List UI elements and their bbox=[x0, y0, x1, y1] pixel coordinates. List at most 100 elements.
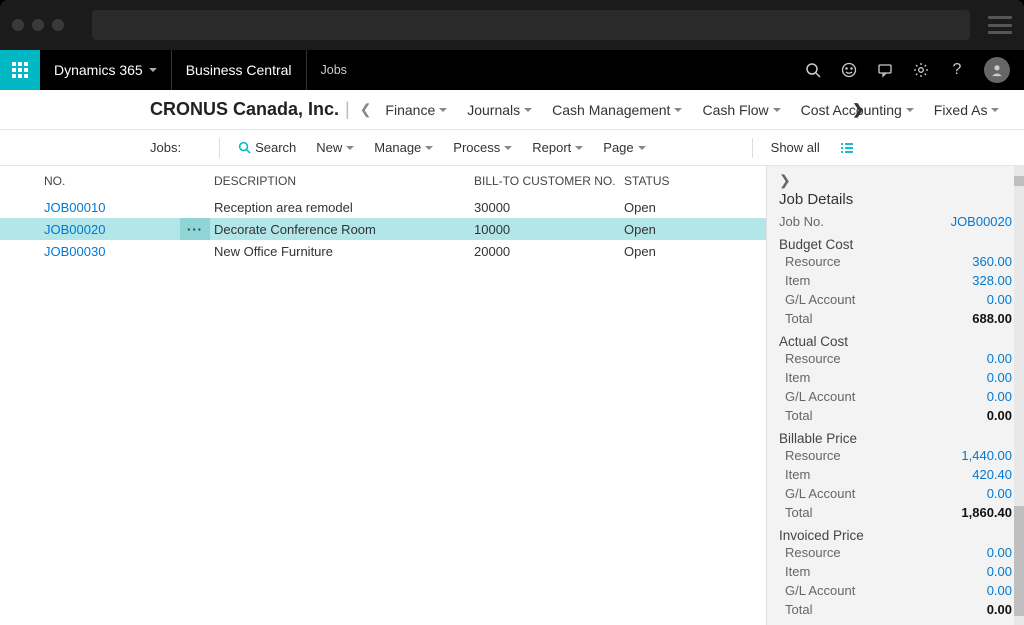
col-status[interactable]: STATUS bbox=[624, 174, 744, 188]
table-row[interactable]: JOB00010Reception area remodel30000Open bbox=[0, 196, 766, 218]
show-all-button[interactable]: Show all bbox=[761, 140, 830, 155]
cell-desc: Reception area remodel bbox=[214, 200, 474, 215]
col-description[interactable]: DESCRIPTION bbox=[214, 174, 474, 188]
breadcrumb: Jobs bbox=[307, 50, 361, 90]
cell-status: Open bbox=[624, 244, 744, 259]
cell-desc: New Office Furniture bbox=[214, 244, 474, 259]
detail-value[interactable]: 0.00 bbox=[987, 389, 1012, 404]
company-name: CRONUS Canada, Inc. bbox=[150, 99, 339, 120]
detail-value[interactable]: 0.00 bbox=[987, 583, 1012, 598]
magnifier-icon bbox=[238, 141, 251, 154]
min-dot[interactable] bbox=[32, 19, 44, 31]
manage-button[interactable]: Manage bbox=[364, 140, 443, 155]
new-button[interactable]: New bbox=[306, 140, 364, 155]
search-icon[interactable] bbox=[804, 61, 822, 79]
detail-section-header: Actual Cost bbox=[779, 334, 1012, 349]
menu-icon[interactable] bbox=[988, 16, 1012, 34]
cell-bill: 20000 bbox=[474, 244, 624, 259]
smile-icon[interactable] bbox=[840, 61, 858, 79]
job-no-label: Job No. bbox=[779, 214, 824, 229]
nav-forward-icon[interactable]: ❯ bbox=[852, 101, 864, 118]
nav-back-icon[interactable]: ❮ bbox=[360, 101, 372, 118]
list-view-icon[interactable] bbox=[840, 141, 854, 155]
detail-label: Resource bbox=[779, 254, 841, 269]
detail-label: G/L Account bbox=[779, 389, 855, 404]
collapse-icon[interactable]: ❯ bbox=[779, 172, 1012, 189]
detail-label-total: Total bbox=[779, 311, 812, 326]
cell-status: Open bbox=[624, 200, 744, 215]
jobs-table: NO. DESCRIPTION BILL-TO CUSTOMER NO. STA… bbox=[0, 166, 766, 625]
detail-value[interactable]: 420.40 bbox=[972, 467, 1012, 482]
detail-value[interactable]: 0.00 bbox=[987, 545, 1012, 560]
detail-label: G/L Account bbox=[779, 292, 855, 307]
app-header: Dynamics 365 Business Central Jobs ? bbox=[0, 50, 1024, 90]
scrollbar-thumb[interactable] bbox=[1014, 506, 1024, 616]
cell-no[interactable]: JOB00030 bbox=[44, 244, 214, 259]
table-row[interactable]: JOB00030New Office Furniture20000Open bbox=[0, 240, 766, 262]
url-bar[interactable] bbox=[92, 10, 970, 40]
report-button[interactable]: Report bbox=[522, 140, 593, 155]
search-button[interactable]: Search bbox=[228, 140, 306, 155]
page-button[interactable]: Page bbox=[593, 140, 655, 155]
max-dot[interactable] bbox=[52, 19, 64, 31]
detail-total: 688.00 bbox=[972, 311, 1012, 326]
detail-value[interactable]: 1,440.00 bbox=[961, 448, 1012, 463]
gear-icon[interactable] bbox=[912, 61, 930, 79]
detail-label-total: Total bbox=[779, 505, 812, 520]
list-title: Jobs: bbox=[150, 140, 181, 155]
detail-value[interactable]: 0.00 bbox=[987, 564, 1012, 579]
row-actions-icon[interactable]: ··· bbox=[180, 218, 210, 240]
table-header: NO. DESCRIPTION BILL-TO CUSTOMER NO. STA… bbox=[0, 166, 766, 196]
close-dot[interactable] bbox=[12, 19, 24, 31]
detail-value[interactable]: 0.00 bbox=[987, 292, 1012, 307]
detail-section-header: Budget Cost bbox=[779, 237, 1012, 252]
detail-label-total: Total bbox=[779, 602, 812, 617]
detail-label: Resource bbox=[779, 545, 841, 560]
process-button[interactable]: Process bbox=[443, 140, 522, 155]
chat-icon[interactable] bbox=[876, 61, 894, 79]
cell-bill: 10000 bbox=[474, 222, 624, 237]
nav-row: CRONUS Canada, Inc. | ❮ Finance Journals… bbox=[0, 90, 1024, 130]
detail-label: Item bbox=[779, 467, 810, 482]
nav-item-cash-flow[interactable]: Cash Flow bbox=[692, 102, 790, 118]
toolbar: Jobs: Search New Manage Process Report P… bbox=[0, 130, 1024, 166]
table-row[interactable]: JOB00020···Decorate Conference Room10000… bbox=[0, 218, 766, 240]
detail-label: Resource bbox=[779, 351, 841, 366]
detail-section-header: Invoiced Price bbox=[779, 528, 1012, 543]
detail-label-total: Total bbox=[779, 408, 812, 423]
nav-item-fixed-assets[interactable]: Fixed As bbox=[924, 102, 1000, 118]
scrollbar-top-arrow[interactable] bbox=[1014, 176, 1024, 186]
col-no[interactable]: NO. bbox=[44, 174, 214, 188]
search-label: Search bbox=[255, 140, 296, 155]
detail-total: 1,860.40 bbox=[961, 505, 1012, 520]
detail-value[interactable]: 360.00 bbox=[972, 254, 1012, 269]
detail-title: Job Details bbox=[779, 191, 1012, 208]
window-controls bbox=[12, 19, 64, 31]
cell-bill: 30000 bbox=[474, 200, 624, 215]
detail-label: Item bbox=[779, 273, 810, 288]
module-name[interactable]: Business Central bbox=[172, 50, 307, 90]
detail-value[interactable]: 0.00 bbox=[987, 351, 1012, 366]
detail-section-header: Billable Price bbox=[779, 431, 1012, 446]
app-launcher-icon[interactable] bbox=[0, 50, 40, 90]
detail-value[interactable]: 328.00 bbox=[972, 273, 1012, 288]
detail-label: G/L Account bbox=[779, 486, 855, 501]
nav-item-journals[interactable]: Journals bbox=[457, 102, 542, 118]
scrollbar-track bbox=[1014, 166, 1024, 625]
col-bill-to[interactable]: BILL-TO CUSTOMER NO. bbox=[474, 174, 624, 188]
job-no-value[interactable]: JOB00020 bbox=[951, 214, 1012, 229]
nav-item-cash-management[interactable]: Cash Management bbox=[542, 102, 692, 118]
cell-desc: Decorate Conference Room bbox=[214, 222, 474, 237]
cell-status: Open bbox=[624, 222, 744, 237]
nav-item-finance[interactable]: Finance bbox=[375, 102, 457, 118]
detail-value[interactable]: 0.00 bbox=[987, 486, 1012, 501]
user-avatar[interactable] bbox=[984, 57, 1010, 83]
product-switcher[interactable]: Dynamics 365 bbox=[40, 50, 172, 90]
detail-label: G/L Account bbox=[779, 583, 855, 598]
help-icon[interactable]: ? bbox=[948, 61, 966, 79]
cell-no[interactable]: JOB00010 bbox=[44, 200, 214, 215]
detail-value[interactable]: 0.00 bbox=[987, 370, 1012, 385]
detail-pane: ❯ Job Details Job No. JOB00020 Budget Co… bbox=[766, 166, 1024, 625]
detail-label: Item bbox=[779, 564, 810, 579]
detail-total: 0.00 bbox=[987, 408, 1012, 423]
